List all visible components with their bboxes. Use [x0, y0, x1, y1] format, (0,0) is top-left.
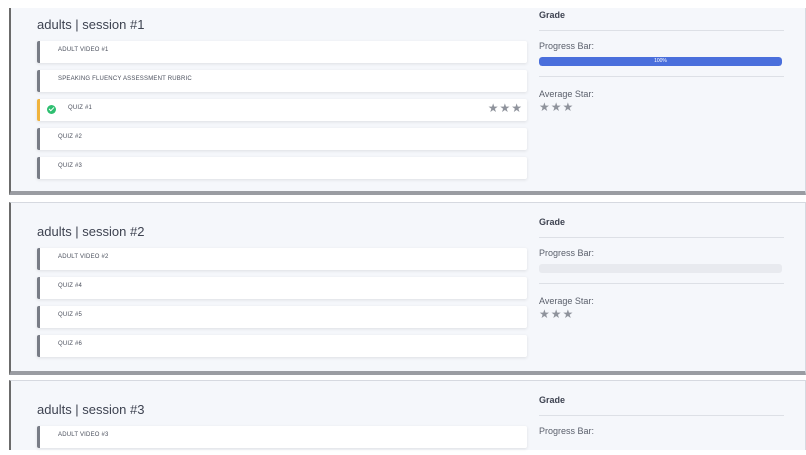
session-card-1: adults | session #1 ADULT VIDEO #1 SPEAK…	[9, 8, 806, 195]
item-label: QUIZ #3	[58, 163, 83, 169]
session-card-2: adults | session #2 ADULT VIDEO #2 QUIZ …	[9, 202, 806, 375]
session-item-list: ADULT VIDEO #1 SPEAKING FLUENCY ASSESSME…	[37, 41, 527, 186]
divider	[539, 283, 784, 284]
list-item-adult-video-1[interactable]: ADULT VIDEO #1	[37, 41, 527, 63]
grade-panel: Grade Progress Bar:	[539, 395, 784, 436]
list-item-adult-video-2[interactable]: ADULT VIDEO #2	[37, 248, 527, 270]
divider	[539, 76, 784, 77]
check-circle-icon	[47, 105, 56, 114]
star-rating: ★★★	[487, 101, 523, 115]
average-star-label: Average Star:	[539, 89, 594, 99]
grade-panel: Grade Progress Bar: Average Star: ★★★	[539, 217, 784, 321]
progress-text: 100%	[654, 58, 667, 64]
session-title: adults | session #2	[37, 224, 145, 239]
item-label: QUIZ #4	[58, 283, 83, 289]
item-label: ADULT VIDEO #2	[58, 254, 109, 260]
session-card-3: adults | session #3 ADULT VIDEO #3 Grade…	[9, 380, 806, 450]
average-star-label: Average Star:	[539, 296, 594, 306]
divider	[539, 237, 784, 238]
average-star-rating: ★★★	[539, 100, 575, 114]
list-item-quiz-2[interactable]: QUIZ #2	[37, 128, 527, 150]
grade-title: Grade	[539, 10, 566, 20]
item-label: QUIZ #5	[58, 312, 83, 318]
grade-panel: Grade Progress Bar: 100% Average Star: ★…	[539, 10, 784, 114]
session-title: adults | session #3	[37, 402, 145, 417]
progress-bar	[539, 264, 782, 273]
item-label: ADULT VIDEO #3	[58, 432, 109, 438]
list-item-quiz-1[interactable]: QUIZ #1 ★★★	[37, 99, 527, 121]
progress-label: Progress Bar:	[539, 248, 595, 258]
item-label: QUIZ #6	[58, 341, 83, 347]
progress-label: Progress Bar:	[539, 41, 595, 51]
item-label: ADULT VIDEO #1	[58, 47, 109, 53]
average-star-rating: ★★★	[539, 307, 575, 321]
list-item-quiz-3[interactable]: QUIZ #3	[37, 157, 527, 179]
grade-title: Grade	[539, 217, 566, 227]
progress-label: Progress Bar:	[539, 426, 595, 436]
item-label: QUIZ #2	[58, 134, 83, 140]
divider	[539, 30, 784, 31]
session-item-list: ADULT VIDEO #3	[37, 426, 527, 455]
session-title: adults | session #1	[37, 17, 145, 32]
list-item-quiz-5[interactable]: QUIZ #5	[37, 306, 527, 328]
divider	[539, 415, 784, 416]
session-item-list: ADULT VIDEO #2 QUIZ #4 QUIZ #5 QUIZ #6	[37, 248, 527, 364]
item-label: QUIZ #1	[68, 105, 93, 111]
list-item-speaking-rubric[interactable]: SPEAKING FLUENCY ASSESSMENT RUBRIC	[37, 70, 527, 92]
grade-title: Grade	[539, 395, 566, 405]
item-label: SPEAKING FLUENCY ASSESSMENT RUBRIC	[58, 76, 192, 82]
list-item-quiz-6[interactable]: QUIZ #6	[37, 335, 527, 357]
progress-bar: 100%	[539, 57, 782, 66]
list-item-quiz-4[interactable]: QUIZ #4	[37, 277, 527, 299]
